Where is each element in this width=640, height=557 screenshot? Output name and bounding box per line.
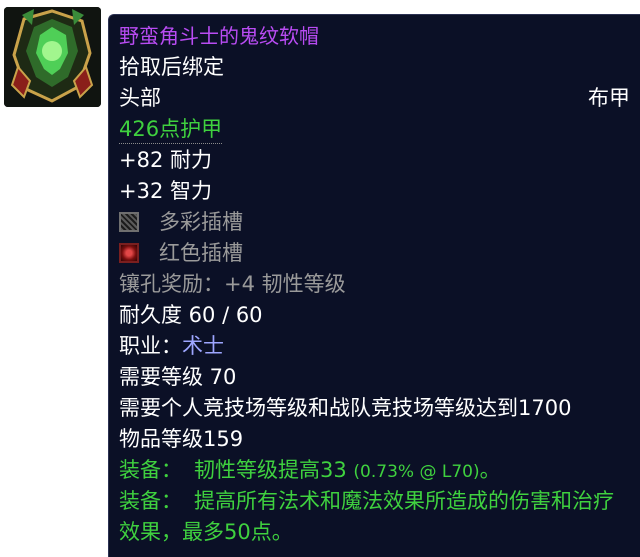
item-tooltip: 野蛮角斗士的鬼纹软帽 拾取后绑定 头部 布甲 426点护甲 +82 耐力 +32… xyxy=(108,14,640,557)
red-socket-icon xyxy=(119,243,139,263)
class-row: 职业：术士 xyxy=(119,331,640,362)
bind-row: 拾取后绑定 xyxy=(119,52,640,83)
stat-row: +82 耐力 xyxy=(119,145,640,176)
socket-bonus-row: 镶孔奖励：+4 韧性等级 xyxy=(119,269,640,300)
durability-row: 耐久度 60 / 60 xyxy=(119,300,640,331)
stat-stamina: +82 耐力 xyxy=(119,148,212,172)
item-level-row: 物品等级159 xyxy=(119,424,640,455)
equip-label: 装备： xyxy=(119,458,182,482)
socket-row: 红色插槽 xyxy=(119,238,640,269)
prismatic-socket-icon xyxy=(119,212,139,232)
socket-row: 多彩插槽 xyxy=(119,207,640,238)
item-name[interactable]: 野蛮角斗士的鬼纹软帽 xyxy=(119,24,319,48)
slot-text: 头部 xyxy=(119,86,161,110)
equip-effect-text: 韧性等级提高33 xyxy=(194,458,347,482)
page: 野蛮角斗士的鬼纹软帽 拾取后绑定 头部 布甲 426点护甲 +82 耐力 +32… xyxy=(0,0,640,557)
armor-type-text: 布甲 xyxy=(588,86,630,110)
socket-label: 多彩插槽 xyxy=(159,210,243,234)
armor-row: 426点护甲 xyxy=(119,114,640,145)
equip-effect-text: 提高所有法术和魔法效果所造成的伤害和治疗效果，最多50点。 xyxy=(119,489,614,544)
socket-bonus-text: 镶孔奖励：+4 韧性等级 xyxy=(119,272,346,296)
item-name-row: 野蛮角斗士的鬼纹软帽 xyxy=(119,21,640,52)
equip-effect-row: 装备： 提高所有法术和魔法效果所造成的伤害和治疗效果，最多50点。 xyxy=(119,486,640,548)
equip-effect-detail: (0.73% @ L70) xyxy=(353,462,480,482)
equip-effect-row: 装备： 韧性等级提高33 (0.73% @ L70)。 xyxy=(119,455,640,486)
slot-row: 头部 布甲 xyxy=(119,83,640,114)
arena-requirement-text: 需要个人竞技场等级和战队竞技场等级达到1700 xyxy=(119,396,572,420)
stat-row: +32 智力 xyxy=(119,176,640,207)
equip-label: 装备： xyxy=(119,489,182,513)
class-label: 职业： xyxy=(119,334,182,358)
helmet-icon-graphic xyxy=(4,7,101,107)
helmet-icon[interactable] xyxy=(4,7,101,107)
bind-text: 拾取后绑定 xyxy=(119,55,224,79)
equip-effect-end: 。 xyxy=(479,458,501,482)
durability-text: 耐久度 60 / 60 xyxy=(119,303,263,327)
socket-label: 红色插槽 xyxy=(159,241,243,265)
stat-intellect: +32 智力 xyxy=(119,179,212,203)
class-value[interactable]: 术士 xyxy=(182,334,224,358)
required-level-row: 需要等级 70 xyxy=(119,362,640,393)
armor-value: 426点护甲 xyxy=(119,116,223,144)
arena-requirement-row: 需要个人竞技场等级和战队竞技场等级达到1700 xyxy=(119,393,640,424)
item-level-text: 物品等级159 xyxy=(119,427,244,451)
required-level-text: 需要等级 70 xyxy=(119,365,237,389)
